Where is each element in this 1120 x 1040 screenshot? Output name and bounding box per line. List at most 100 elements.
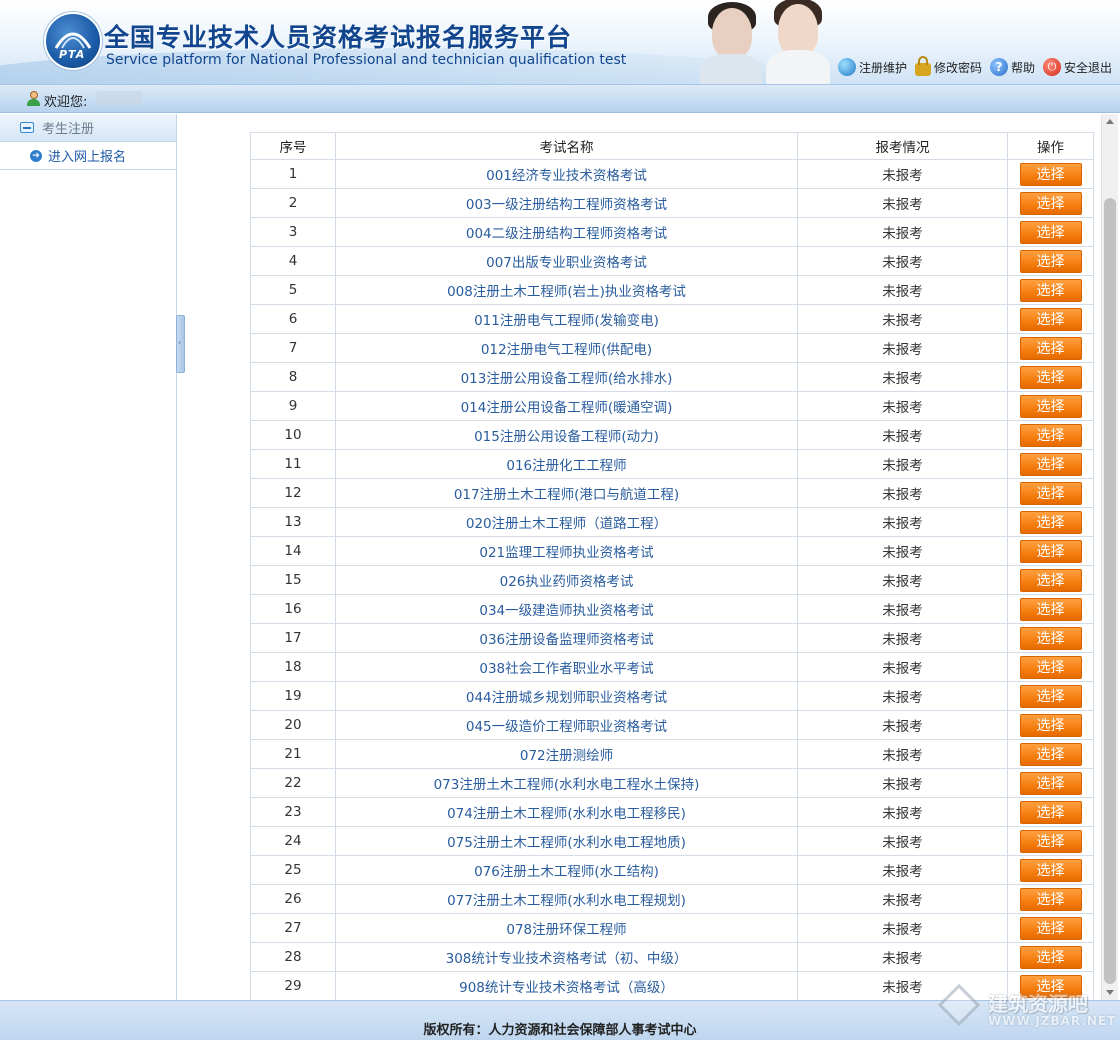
exam-table-container: 序号 考试名称 报考情况 操作 1 001经济专业技术资格考试 未报考 选择 2 003一… bbox=[250, 132, 1094, 1001]
row-status: 未报考 bbox=[797, 913, 1008, 943]
header-exam-name: 考试名称 bbox=[335, 132, 798, 160]
row-action-cell: 选择 bbox=[1007, 304, 1094, 334]
welcome-bar: 欢迎您: bbox=[0, 84, 1120, 113]
select-button[interactable]: 选择 bbox=[1019, 684, 1082, 708]
sidebar-item-label: 进入网上报名 bbox=[48, 150, 127, 165]
row-exam-name: 078注册环保工程师 bbox=[335, 913, 798, 943]
row-status: 未报考 bbox=[797, 652, 1008, 682]
select-button[interactable]: 选择 bbox=[1019, 829, 1082, 853]
table-row: 19 044注册城乡规划师职业资格考试 未报考 选择 bbox=[250, 681, 1094, 711]
row-action-cell: 选择 bbox=[1007, 942, 1094, 972]
select-button[interactable]: 选择 bbox=[1019, 220, 1082, 244]
select-button[interactable]: 选择 bbox=[1019, 887, 1082, 911]
table-row: 21 072注册测绘师 未报考 选择 bbox=[250, 739, 1094, 769]
sidebar-item-online-apply[interactable]: ➔ 进入网上报名 bbox=[0, 142, 176, 170]
table-row: 20 045一级造价工程师职业资格考试 未报考 选择 bbox=[250, 710, 1094, 740]
select-button[interactable]: 选择 bbox=[1019, 394, 1082, 418]
select-button[interactable]: 选择 bbox=[1019, 858, 1082, 882]
sidebar-section-register[interactable]: 考生注册 bbox=[0, 114, 176, 142]
help-label: 帮助 bbox=[1010, 60, 1035, 75]
select-button[interactable]: 选择 bbox=[1019, 510, 1082, 534]
select-button[interactable]: 选择 bbox=[1019, 916, 1082, 940]
row-action-cell: 选择 bbox=[1007, 652, 1094, 682]
select-button[interactable]: 选择 bbox=[1019, 945, 1082, 969]
row-no: 18 bbox=[250, 652, 336, 682]
row-status: 未报考 bbox=[797, 217, 1008, 247]
table-row: 23 074注册土木工程师(水利水电工程移民) 未报考 选择 bbox=[250, 797, 1094, 827]
row-no: 25 bbox=[250, 855, 336, 885]
row-action-cell: 选择 bbox=[1007, 855, 1094, 885]
row-action-cell: 选择 bbox=[1007, 275, 1094, 305]
select-button[interactable]: 选择 bbox=[1019, 626, 1082, 650]
row-exam-name: 008注册土木工程师(岩土)执业资格考试 bbox=[335, 275, 798, 305]
row-action-cell: 选择 bbox=[1007, 681, 1094, 711]
watermark-diamond-icon bbox=[937, 983, 981, 1027]
scroll-up-icon[interactable] bbox=[1106, 119, 1114, 124]
row-exam-name: 044注册城乡规划师职业资格考试 bbox=[335, 681, 798, 711]
row-action-cell: 选择 bbox=[1007, 420, 1094, 450]
row-exam-name: 045一级造价工程师职业资格考试 bbox=[335, 710, 798, 740]
table-row: 16 034一级建造师执业资格考试 未报考 选择 bbox=[250, 594, 1094, 624]
table-row: 25 076注册土木工程师(水工结构) 未报考 选择 bbox=[250, 855, 1094, 885]
row-action-cell: 选择 bbox=[1007, 739, 1094, 769]
select-button[interactable]: 选择 bbox=[1019, 191, 1082, 215]
pta-logo: PTA bbox=[44, 12, 102, 70]
row-exam-name: 007出版专业职业资格考试 bbox=[335, 246, 798, 276]
row-status: 未报考 bbox=[797, 246, 1008, 276]
row-no: 7 bbox=[250, 333, 336, 363]
row-exam-name: 036注册设备监理师资格考试 bbox=[335, 623, 798, 653]
row-action-cell: 选择 bbox=[1007, 826, 1094, 856]
row-exam-name: 004二级注册结构工程师资格考试 bbox=[335, 217, 798, 247]
select-button[interactable]: 选择 bbox=[1019, 597, 1082, 621]
header-status: 报考情况 bbox=[797, 132, 1008, 160]
register-maintain-link[interactable]: 注册维护 bbox=[837, 58, 907, 76]
change-password-link[interactable]: 修改密码 bbox=[914, 56, 982, 76]
row-no: 22 bbox=[250, 768, 336, 798]
row-status: 未报考 bbox=[797, 623, 1008, 653]
header-photo bbox=[700, 0, 840, 84]
row-no: 19 bbox=[250, 681, 336, 711]
row-status: 未报考 bbox=[797, 275, 1008, 305]
select-button[interactable]: 选择 bbox=[1019, 800, 1082, 824]
select-button[interactable]: 选择 bbox=[1019, 742, 1082, 766]
row-exam-name: 026执业药师资格考试 bbox=[335, 565, 798, 595]
row-action-cell: 选择 bbox=[1007, 884, 1094, 914]
row-action-cell: 选择 bbox=[1007, 478, 1094, 508]
select-button[interactable]: 选择 bbox=[1019, 336, 1082, 360]
table-row: 17 036注册设备监理师资格考试 未报考 选择 bbox=[250, 623, 1094, 653]
select-button[interactable]: 选择 bbox=[1019, 423, 1082, 447]
select-button[interactable]: 选择 bbox=[1019, 481, 1082, 505]
select-button[interactable]: 选择 bbox=[1019, 278, 1082, 302]
help-link[interactable]: ? 帮助 bbox=[989, 58, 1035, 76]
vertical-scrollbar[interactable] bbox=[1101, 114, 1118, 1000]
user-icon bbox=[27, 91, 40, 106]
select-button[interactable]: 选择 bbox=[1019, 307, 1082, 331]
select-button[interactable]: 选择 bbox=[1019, 713, 1082, 737]
select-button[interactable]: 选择 bbox=[1019, 539, 1082, 563]
table-row: 11 016注册化工工程师 未报考 选择 bbox=[250, 449, 1094, 479]
row-exam-name: 034一级建造师执业资格考试 bbox=[335, 594, 798, 624]
row-no: 9 bbox=[250, 391, 336, 421]
select-button[interactable]: 选择 bbox=[1019, 365, 1082, 389]
exam-table-body: 1 001经济专业技术资格考试 未报考 选择 2 003一级注册结构工程师资格考试 未报考选… bbox=[250, 159, 1094, 1001]
logout-link[interactable]: ⏻ 安全退出 bbox=[1042, 58, 1112, 76]
row-exam-name: 013注册公用设备工程师(给水排水) bbox=[335, 362, 798, 392]
row-exam-name: 075注册土木工程师(水利水电工程地质) bbox=[335, 826, 798, 856]
select-button[interactable]: 选择 bbox=[1019, 568, 1082, 592]
sidebar-collapse-handle[interactable]: ‹ bbox=[176, 315, 185, 373]
scroll-thumb[interactable] bbox=[1104, 198, 1116, 984]
table-row: 4 007出版专业职业资格考试 未报考 选择 bbox=[250, 246, 1094, 276]
table-row: 8 013注册公用设备工程师(给水排水) 未报考 选择 bbox=[250, 362, 1094, 392]
select-button[interactable]: 选择 bbox=[1019, 249, 1082, 273]
table-row: 15 026执业药师资格考试 未报考 选择 bbox=[250, 565, 1094, 595]
table-row: 22 073注册土木工程师(水利水电工程水土保持) 未报考 选择 bbox=[250, 768, 1094, 798]
select-button[interactable]: 选择 bbox=[1019, 162, 1082, 186]
row-no: 27 bbox=[250, 913, 336, 943]
table-row: 5 008注册土木工程师(岩土)执业资格考试 未报考 选择 bbox=[250, 275, 1094, 305]
select-button[interactable]: 选择 bbox=[1019, 452, 1082, 476]
row-exam-name: 908统计专业技术资格考试（高级） bbox=[335, 971, 798, 1001]
row-no: 10 bbox=[250, 420, 336, 450]
row-action-cell: 选择 bbox=[1007, 536, 1094, 566]
select-button[interactable]: 选择 bbox=[1019, 771, 1082, 795]
select-button[interactable]: 选择 bbox=[1019, 655, 1082, 679]
